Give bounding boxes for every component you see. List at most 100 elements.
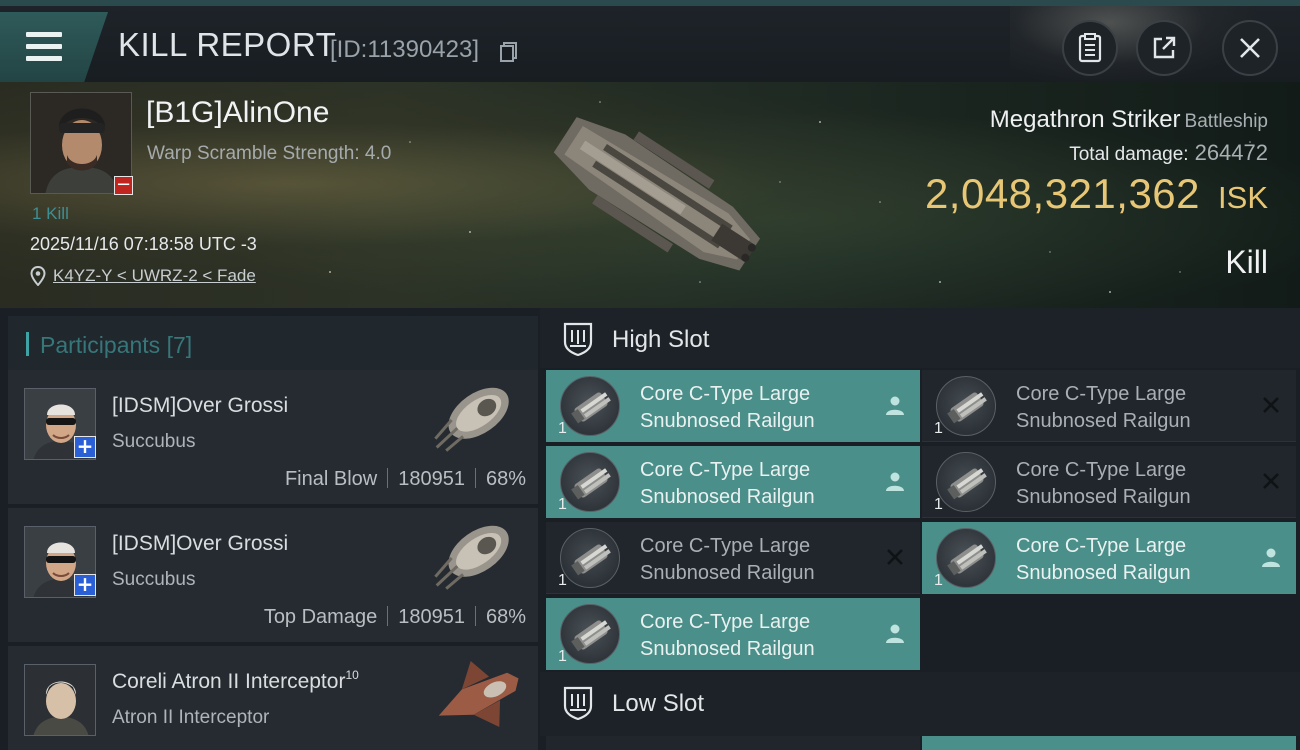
dropped-pilot-icon (886, 472, 904, 491)
victim-ship-name[interactable]: Megathron Striker (990, 106, 1181, 133)
module-name-line2: Snubnosed Railgun (1016, 486, 1191, 508)
participant-row[interactable]: Coreli Atron II Interceptor10 Atron II I… (8, 646, 538, 750)
copy-icon[interactable] (500, 42, 518, 62)
close-icon (1240, 38, 1260, 58)
module-quantity: 1 (558, 420, 567, 437)
participant-row[interactable]: + [IDSM]Over Grossi Succubus Final Blow 1… (8, 370, 538, 504)
participant-avatar (24, 664, 96, 736)
low-slot-icon (563, 686, 593, 720)
participants-title: Participants (40, 332, 161, 358)
module-quantity: 1 (558, 648, 567, 665)
kill-count: 1 Kill (32, 204, 69, 223)
kill-location[interactable]: K4YZ-Y < UWRZ-2 < Fade (30, 266, 256, 286)
high-slot-header: High Slot (540, 308, 1300, 368)
module-name: Core C-Type Large Snubnosed Railgun (1016, 533, 1236, 587)
hostile-badge: − (114, 174, 133, 195)
location-link[interactable]: K4YZ-Y < UWRZ-2 < Fade (53, 266, 256, 286)
module-name-line1: Core C-Type Large (1016, 459, 1187, 481)
module-name-line1: Core C-Type Large (1016, 535, 1187, 557)
isk-value-line: 2,048,321,362 ISK (925, 170, 1268, 218)
railgun-icon (936, 452, 996, 512)
victim-ship-image (553, 117, 761, 271)
close-button[interactable] (1222, 20, 1278, 76)
high-slot-module[interactable]: 1 Core C-Type Large Snubnosed Railgun (922, 522, 1296, 594)
share-icon (1153, 36, 1176, 59)
participant-ship-image (438, 660, 519, 728)
module-name: Core C-Type Large Snubnosed Railgun (640, 609, 860, 663)
participant-row[interactable]: + [IDSM]Over Grossi Succubus Top Damage 1… (8, 508, 538, 642)
module-quantity: 1 (934, 572, 943, 589)
victim-ship-class: Battleship (1184, 111, 1268, 132)
clipboard-button[interactable] (1062, 20, 1118, 76)
module-quantity: 1 (558, 496, 567, 513)
isk-value: 2,048,321,362 (924, 170, 1201, 217)
participants-count: [7] (166, 332, 193, 358)
isk-unit: ISK (1218, 180, 1268, 215)
module-name-line1: Core C-Type Large (640, 383, 811, 405)
module-name-line1: Core C-Type Large (640, 611, 811, 633)
warp-scramble-strength: Warp Scramble Strength: 4.0 (147, 143, 392, 164)
menu-button[interactable] (0, 12, 108, 82)
low-slot-label: Low Slot (612, 690, 705, 717)
participant-name[interactable]: [IDSM]Over Grossi (112, 532, 288, 556)
railgun-icon (560, 376, 620, 436)
railgun-icon (560, 452, 620, 512)
high-slot-module[interactable]: 1 Core C-Type Large Snubnosed Railgun (546, 522, 920, 594)
module-name-line2: Snubnosed Railgun (640, 410, 815, 432)
clipboard-icon (1078, 33, 1102, 63)
high-slot-module[interactable]: 1 Core C-Type Large Snubnosed Railgun (922, 446, 1296, 518)
ally-badge: + (74, 436, 96, 458)
participant-role: Final Blow (284, 468, 378, 490)
module-name-line1: Core C-Type Large (1016, 383, 1187, 405)
module-name: Core C-Type Large Snubnosed Railgun (640, 533, 860, 587)
module-name: Core C-Type Large Snubnosed Railgun (1016, 457, 1236, 511)
participant-level: 10 (345, 668, 359, 682)
high-slot-module[interactable]: 1 Core C-Type Large Snubnosed Railgun (546, 446, 920, 518)
module-name: Core C-Type Large Snubnosed Railgun (640, 381, 860, 435)
railgun-icon (936, 376, 996, 436)
module-quantity: 1 (934, 496, 943, 513)
railgun-icon (560, 528, 620, 588)
participant-ship: Succubus (112, 431, 196, 452)
result-label: Kill (1225, 244, 1268, 280)
railgun-icon (936, 528, 996, 588)
top-bar: KILL REPORT [ID:11390423] (0, 0, 1300, 82)
dropped-pilot-icon (1262, 548, 1280, 567)
module-name-line1: Core C-Type Large (640, 535, 811, 557)
menu-icon (26, 32, 62, 61)
participant-name[interactable]: Coreli Atron II Interceptor10 (112, 668, 359, 694)
low-slot-item-partial[interactable] (546, 736, 920, 750)
module-name-line2: Snubnosed Railgun (640, 638, 815, 660)
module-name: Core C-Type Large Snubnosed Railgun (1016, 381, 1236, 435)
location-pin-icon (30, 266, 46, 286)
total-damage-value: 264472 (1194, 140, 1268, 165)
high-slot-module[interactable]: 1 Core C-Type Large Snubnosed Railgun (922, 370, 1296, 442)
low-slot-header: Low Slot (540, 672, 1300, 736)
destroyed-x-icon (1263, 397, 1279, 413)
total-damage-label: Total damage: (1069, 144, 1189, 165)
participant-stats: Final Blow 180951 68% (285, 468, 526, 491)
participants-label: Participants [7] (40, 332, 192, 359)
victim-summary: − [B1G]AlinOne Warp Scramble Strength: 4… (0, 82, 1300, 308)
slots-panel[interactable]: High Slot 1 Core C-Type Large Snubnosed Ra… (540, 308, 1300, 750)
high-slot-module[interactable]: 1 Core C-Type Large Snubnosed Railgun (546, 598, 920, 670)
high-slot-icon (563, 322, 593, 356)
participant-name[interactable]: [IDSM]Over Grossi (112, 394, 288, 418)
participant-ship: Succubus (112, 569, 196, 590)
participant-damage: 180951 (398, 606, 465, 628)
participant-role: Top Damage (263, 606, 378, 628)
share-button[interactable] (1136, 20, 1192, 76)
high-slot-module[interactable]: 1 Core C-Type Large Snubnosed Railgun (546, 370, 920, 442)
module-name-line2: Snubnosed Railgun (640, 562, 815, 584)
participant-percent: 68% (485, 606, 526, 628)
participant-percent: 68% (485, 468, 526, 490)
participant-stats: Top Damage 180951 68% (264, 606, 526, 629)
dropped-pilot-icon (886, 624, 904, 643)
participant-damage: 180951 (398, 468, 465, 490)
low-slot-item-partial[interactable] (922, 736, 1296, 750)
page-title: KILL REPORT (118, 26, 337, 63)
victim-name[interactable]: [B1G]AlinOne (146, 96, 329, 130)
module-quantity: 1 (558, 572, 567, 589)
participants-panel[interactable]: Participants [7] + [IDSM]Over Grossi Suc… (0, 308, 540, 750)
victim-ship-line: Megathron Striker Battleship (990, 106, 1268, 134)
